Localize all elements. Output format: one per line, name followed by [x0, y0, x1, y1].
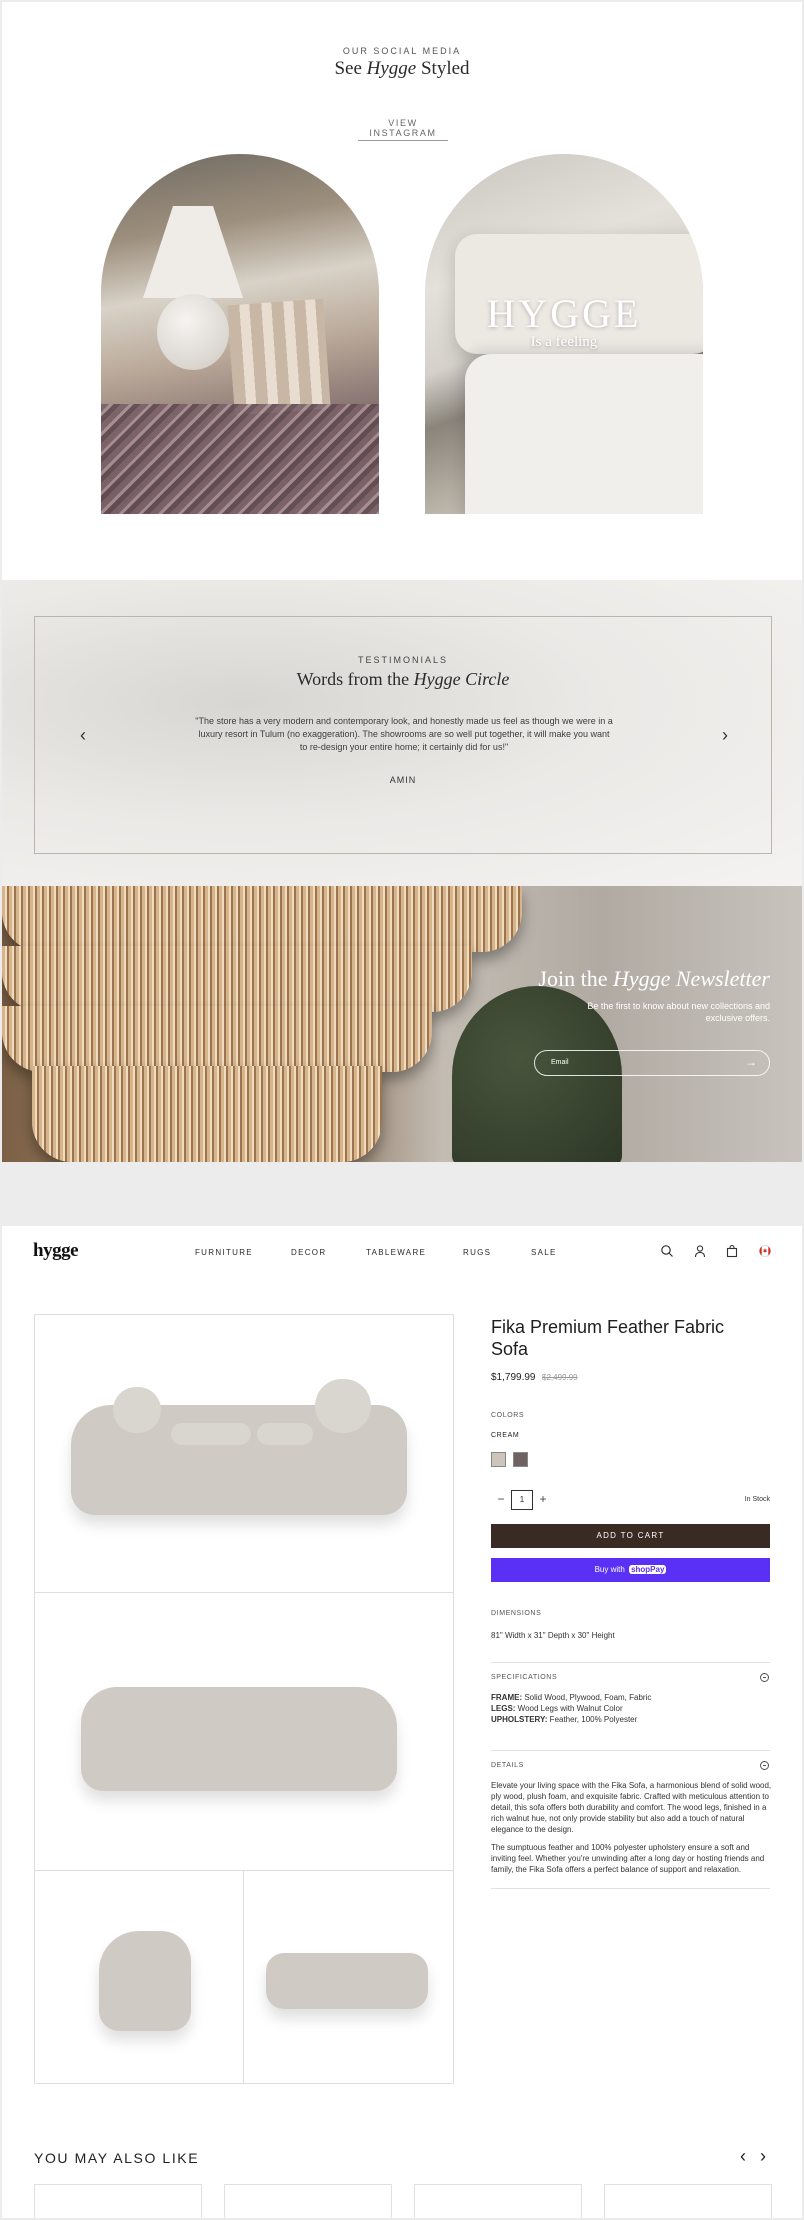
swatch-cream[interactable] — [491, 1452, 506, 1467]
home-sections: OUR SOCIAL MEDIA See Hygge Styled VIEW I… — [2, 2, 802, 1162]
colors-label: COLORS — [491, 1412, 525, 1419]
sofa-side-view — [99, 1931, 191, 2031]
gallery-image-front[interactable] — [35, 1315, 453, 1593]
divider — [491, 1662, 770, 1663]
product-title: Fika Premium Feather Fabric Sofa — [491, 1317, 725, 1359]
search-icon[interactable] — [660, 1244, 674, 1258]
instagram-photo-sofa[interactable]: HYGGE Is a feeling — [425, 154, 703, 514]
social-kicker: OUR SOCIAL MEDIA — [342, 46, 462, 56]
divider — [491, 1750, 770, 1751]
details-label: DETAILS — [491, 1762, 524, 1769]
product-price: $1,799.99 — [491, 1372, 536, 1383]
related-next-arrow-icon[interactable]: › — [760, 2146, 766, 2167]
rattan-pendant-tier — [32, 1066, 382, 1162]
you-may-also-like-title: YOU MAY ALSO LIKE — [34, 2150, 200, 2166]
view-instagram-link[interactable]: VIEW INSTAGRAM — [358, 118, 448, 141]
throw-blanket — [101, 404, 379, 514]
sofa-seat — [465, 354, 703, 514]
rattan-pendant-tier — [2, 886, 522, 952]
stock-status: In Stock — [744, 1496, 770, 1503]
round-pillow — [113, 1387, 161, 1433]
related-product-card[interactable] — [34, 2184, 202, 2218]
newsletter-subtitle: Be the first to know about new collectio… — [587, 1001, 770, 1023]
specifications-toggle-icon[interactable] — [760, 1673, 769, 1682]
details-paragraph-2: The sumptuous feather and 100% polyester… — [491, 1843, 765, 1874]
swatch-brown[interactable] — [513, 1452, 528, 1467]
qty-plus-button[interactable]: + — [533, 1490, 553, 1510]
qty-minus-button[interactable]: − — [491, 1490, 511, 1510]
email-placeholder: Email — [551, 1059, 569, 1066]
hygge-overlay-title: HYGGE — [486, 291, 642, 336]
cart-bag-icon[interactable] — [725, 1244, 739, 1258]
submit-arrow-icon[interactable]: → — [745, 1055, 757, 1069]
spec-row: UPHOLSTERY: Feather, 100% Polyester — [491, 1715, 638, 1724]
specifications-list: FRAME: Solid Wood, Plywood, Foam, Fabric… — [491, 1692, 773, 1725]
spec-row: LEGS: Wood Legs with Walnut Color — [491, 1704, 623, 1713]
shop-pay-button[interactable]: Buy with shopPay — [491, 1558, 770, 1582]
nav-rugs[interactable]: RUGS — [463, 1248, 491, 1257]
nav-decor[interactable]: DECOR — [291, 1248, 326, 1257]
nav-sale[interactable]: SALE — [531, 1248, 557, 1257]
testimonials-title: Words from the Hygge Circle — [296, 669, 510, 689]
prev-testimonial-arrow-icon[interactable]: ‹ — [73, 725, 93, 745]
hygge-overlay-subtitle: Is a feeling — [530, 334, 598, 350]
site-logo[interactable]: hygge — [33, 1240, 79, 1262]
next-testimonial-arrow-icon[interactable]: › — [715, 725, 735, 745]
rattan-pendant-tier — [2, 946, 472, 1012]
bolster-pillow — [257, 1423, 313, 1445]
canada-flag-icon[interactable] — [758, 1244, 772, 1258]
related-product-card[interactable] — [224, 2184, 392, 2218]
add-to-cart-button[interactable]: ADD TO CART — [491, 1524, 770, 1548]
newsletter-title: Join the Hygge Newsletter — [538, 966, 770, 991]
specifications-label: SPECIFICATIONS — [491, 1674, 558, 1681]
product-gallery — [34, 1314, 454, 2084]
sofa-back-view — [81, 1687, 397, 1791]
dimensions-value: 81" Width x 31" Depth x 30" Height — [491, 1631, 615, 1640]
compare-at-price: $2,499.99 — [542, 1373, 578, 1382]
sofa-front-small — [266, 1953, 428, 2009]
bolster-pillow — [171, 1423, 251, 1445]
rattan-pendant-tier — [2, 1006, 432, 1072]
product-page: hygge FURNITURE DECOR TABLEWARE RUGS SAL… — [2, 1226, 802, 2218]
lamp-base — [157, 294, 229, 370]
nav-furniture[interactable]: FURNITURE — [195, 1248, 253, 1257]
quantity-stepper: − 1 + — [491, 1490, 553, 1510]
account-icon[interactable] — [693, 1244, 707, 1258]
social-title: See Hygge Styled — [334, 58, 470, 79]
gallery-image-side[interactable] — [35, 1871, 243, 2083]
qty-value[interactable]: 1 — [511, 1490, 533, 1510]
dimensions-label: DIMENSIONS — [491, 1610, 542, 1617]
related-prev-arrow-icon[interactable]: ‹ — [740, 2146, 746, 2167]
details-paragraph-1: Elevate your living space with the Fika … — [491, 1781, 772, 1834]
spec-row: FRAME: Solid Wood, Plywood, Foam, Fabric — [491, 1693, 652, 1702]
related-product-card[interactable] — [604, 2184, 772, 2218]
testimonial-author: AMIN — [389, 775, 417, 785]
divider — [491, 1888, 770, 1889]
gallery-image-front-small[interactable] — [243, 1871, 453, 2083]
sofa-front-view — [71, 1379, 407, 1515]
testimonials-card: TESTIMONIALS Words from the Hygge Circle… — [34, 616, 772, 854]
related-product-card[interactable] — [414, 2184, 582, 2218]
gallery-image-back[interactable] — [35, 1593, 453, 1871]
round-pillow — [315, 1379, 371, 1433]
striped-pillow — [227, 298, 331, 416]
details-toggle-icon[interactable] — [760, 1761, 769, 1770]
newsletter-email-field[interactable]: Email → — [534, 1050, 770, 1076]
newsletter-section: Join the Hygge Newsletter Be the first t… — [2, 886, 802, 1162]
testimonials-kicker: TESTIMONIALS — [357, 655, 448, 665]
shop-pay-logo: shopPay — [629, 1565, 667, 1574]
lamp-shade — [143, 206, 243, 298]
nav-tableware[interactable]: TABLEWARE — [366, 1248, 426, 1257]
selected-color: CREAM — [491, 1432, 520, 1439]
instagram-photo-bedroom[interactable] — [101, 154, 379, 514]
testimonial-quote: "The store has a very modern and contemp… — [195, 716, 613, 752]
